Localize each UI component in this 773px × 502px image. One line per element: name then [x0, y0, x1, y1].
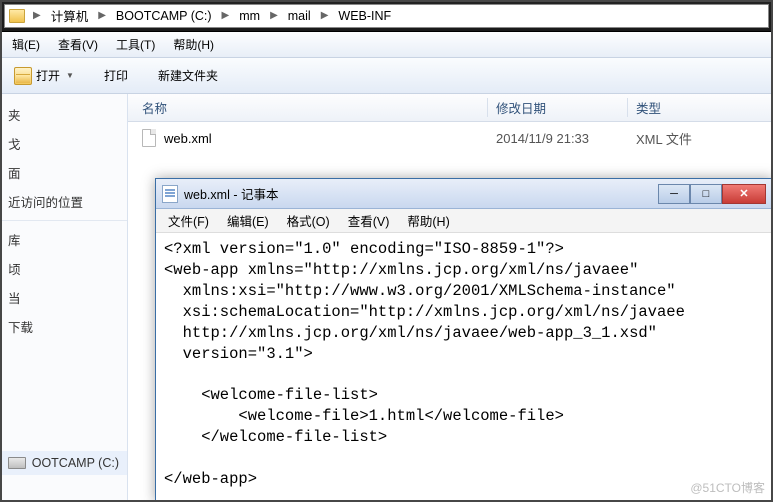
- menu-help[interactable]: 帮助(H): [165, 32, 222, 57]
- notepad-window: web.xml - 记事本 ─ □ ✕ 文件(F) 编辑(E) 格式(O) 查看…: [155, 178, 773, 502]
- sidebar-item[interactable]: 近访问的位置: [0, 187, 127, 216]
- notepad-titlebar[interactable]: web.xml - 记事本 ─ □ ✕: [156, 179, 772, 209]
- crumb-computer[interactable]: 计算机: [47, 4, 93, 27]
- print-button[interactable]: 打印: [98, 63, 134, 88]
- chevron-right-icon: ▶: [94, 8, 110, 23]
- breadcrumb-path[interactable]: ▶ 计算机 ▶ BOOTCAMP (C:) ▶ mm ▶ mail ▶ WEB-…: [29, 4, 395, 27]
- new-folder-button[interactable]: 新建文件夹: [152, 63, 224, 88]
- chevron-down-icon: ▼: [66, 71, 74, 80]
- file-row[interactable]: web.xml 2014/11/9 21:33 XML 文件: [128, 122, 773, 154]
- notepad-content[interactable]: <?xml version="1.0" encoding="ISO-8859-1…: [156, 233, 772, 501]
- sidebar-spacer: [0, 341, 127, 451]
- maximize-button[interactable]: □: [690, 184, 722, 204]
- col-date[interactable]: 修改日期: [488, 98, 628, 117]
- menu-tools[interactable]: 工具(T): [108, 32, 163, 57]
- np-menu-format[interactable]: 格式(O): [279, 208, 338, 233]
- sidebar-item[interactable]: 顷: [0, 254, 127, 283]
- chevron-right-icon: ▶: [266, 8, 282, 23]
- sidebar-item[interactable]: 库: [0, 225, 127, 254]
- sidebar: 夹 戈 面 近访问的位置 库 顷 当 下载 OOTCAMP (C:): [0, 94, 128, 502]
- notepad-menubar: 文件(F) 编辑(E) 格式(O) 查看(V) 帮助(H): [156, 209, 772, 233]
- print-label: 打印: [104, 67, 128, 84]
- close-button[interactable]: ✕: [722, 184, 766, 204]
- drive-label: OOTCAMP (C:): [32, 456, 119, 470]
- crumb-mail[interactable]: mail: [284, 7, 315, 25]
- open-label: 打开: [36, 67, 60, 84]
- explorer-toolbar: 打开 ▼ 打印 新建文件夹: [0, 58, 773, 94]
- open-icon: [14, 67, 32, 85]
- minimize-button[interactable]: ─: [658, 184, 690, 204]
- folder-icon: [9, 9, 25, 23]
- column-headers: 名称 修改日期 类型: [128, 94, 773, 122]
- open-button[interactable]: 打开 ▼: [8, 63, 80, 89]
- notepad-title: web.xml - 记事本: [184, 184, 658, 203]
- col-name[interactable]: 名称: [128, 98, 488, 117]
- sidebar-drive[interactable]: OOTCAMP (C:): [0, 451, 127, 475]
- sidebar-item[interactable]: 夹: [0, 100, 127, 129]
- explorer-menubar: 辑(E) 查看(V) 工具(T) 帮助(H): [0, 32, 773, 58]
- crumb-mm[interactable]: mm: [235, 7, 264, 25]
- chevron-right-icon: ▶: [218, 8, 234, 23]
- chevron-right-icon: ▶: [29, 8, 45, 23]
- file-type: XML 文件: [628, 129, 773, 148]
- sidebar-item[interactable]: 戈: [0, 129, 127, 158]
- crumb-drive[interactable]: BOOTCAMP (C:): [112, 7, 216, 25]
- menu-view[interactable]: 查看(V): [50, 32, 106, 57]
- sidebar-item[interactable]: 当: [0, 283, 127, 312]
- address-bar: ▶ 计算机 ▶ BOOTCAMP (C:) ▶ mm ▶ mail ▶ WEB-…: [0, 0, 773, 32]
- file-date: 2014/11/9 21:33: [488, 131, 628, 146]
- sidebar-item[interactable]: 下载: [0, 312, 127, 341]
- sidebar-separator: [0, 220, 127, 221]
- menu-edit[interactable]: 辑(E): [4, 32, 48, 57]
- file-name: web.xml: [164, 131, 212, 146]
- file-icon: [142, 129, 156, 147]
- col-type[interactable]: 类型: [628, 98, 773, 117]
- chevron-right-icon: ▶: [317, 8, 333, 23]
- np-menu-edit[interactable]: 编辑(E): [219, 208, 277, 233]
- sidebar-item[interactable]: 面: [0, 158, 127, 187]
- np-menu-file[interactable]: 文件(F): [160, 208, 217, 233]
- np-menu-help[interactable]: 帮助(H): [399, 208, 457, 233]
- np-menu-view[interactable]: 查看(V): [340, 208, 398, 233]
- notepad-icon: [162, 185, 178, 203]
- breadcrumb[interactable]: ▶ 计算机 ▶ BOOTCAMP (C:) ▶ mm ▶ mail ▶ WEB-…: [4, 4, 769, 28]
- new-folder-label: 新建文件夹: [158, 67, 218, 84]
- crumb-webinf[interactable]: WEB-INF: [334, 7, 395, 25]
- drive-icon: [8, 457, 26, 469]
- watermark: @51CTO博客: [690, 479, 765, 496]
